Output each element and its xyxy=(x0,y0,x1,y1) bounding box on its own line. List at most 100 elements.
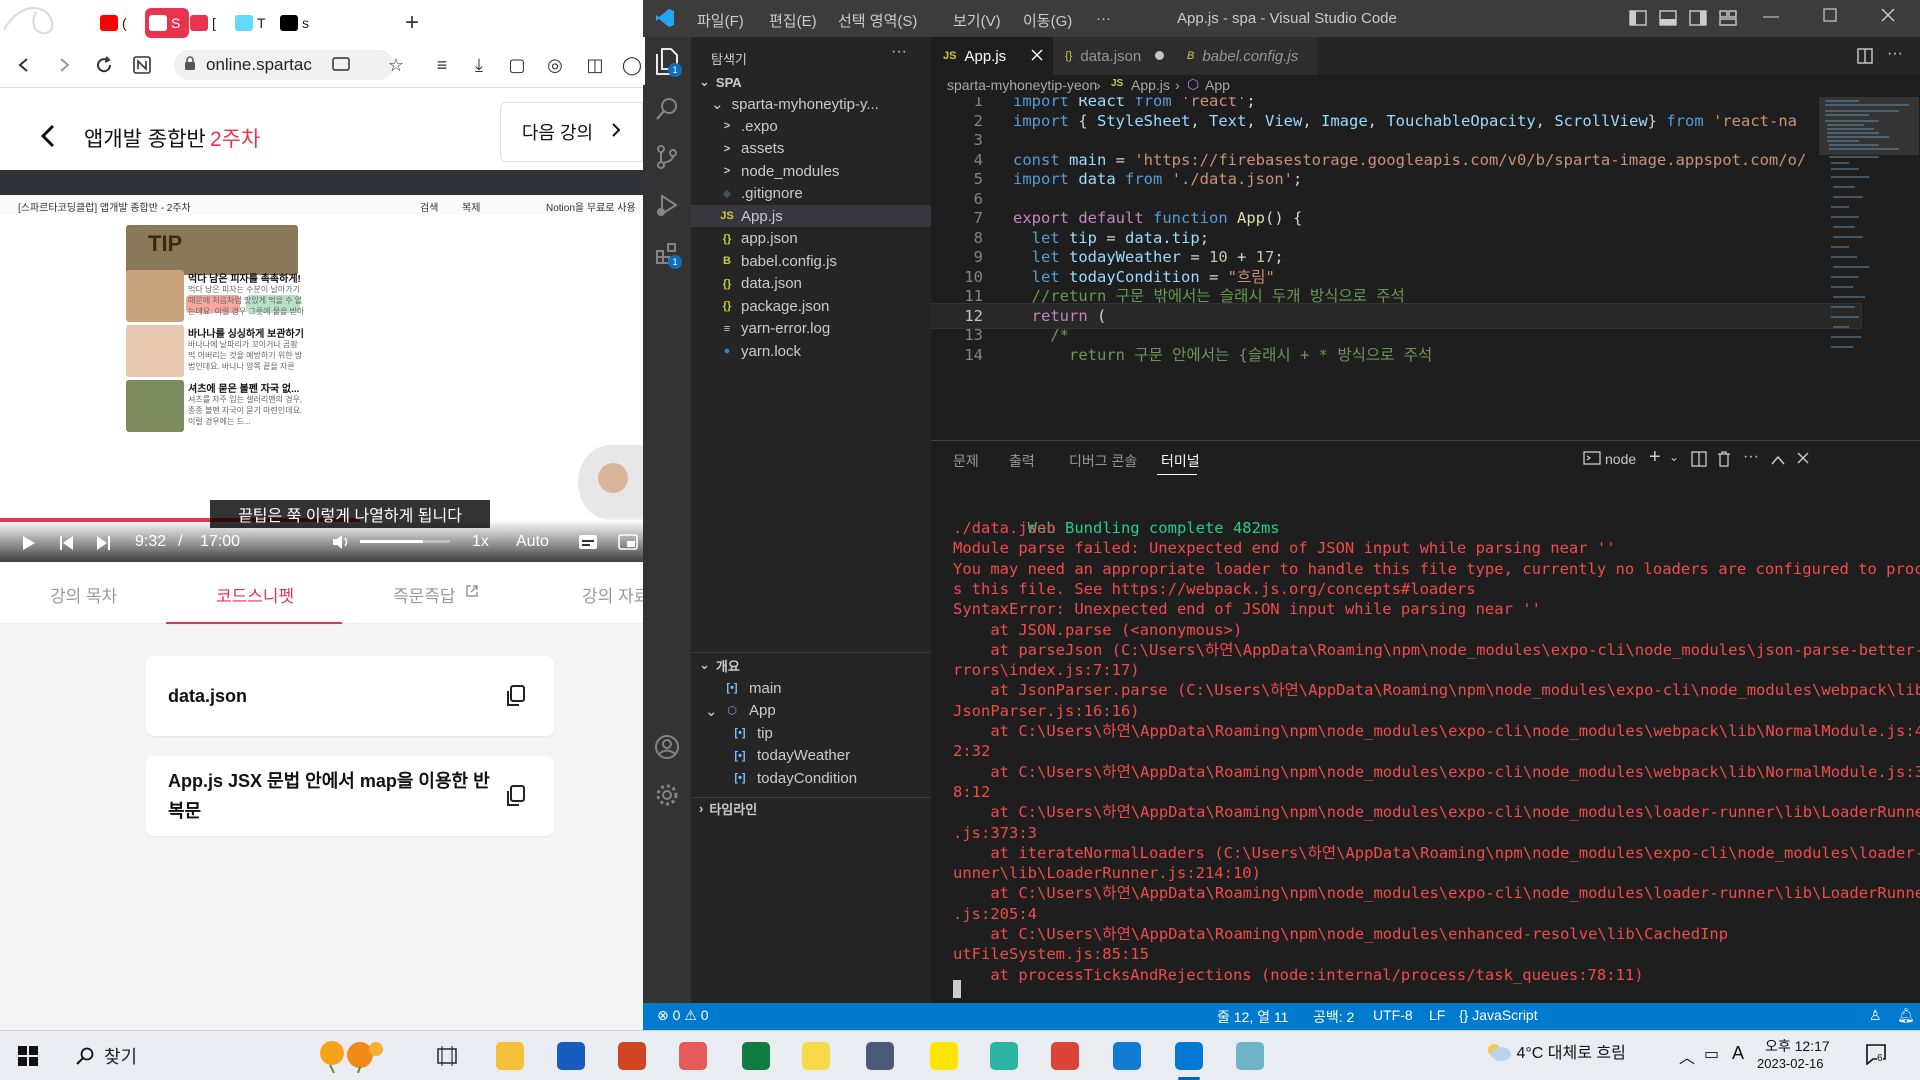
accounts-icon[interactable] xyxy=(643,723,691,771)
file-item[interactable]: JS App.js xyxy=(691,205,931,227)
workspace-root[interactable]: ⌄ SPA xyxy=(691,71,931,93)
line-ending[interactable]: LF xyxy=(1429,1007,1445,1023)
app-icon[interactable] xyxy=(1231,1037,1269,1075)
close-icon[interactable] xyxy=(1881,8,1895,25)
reload-icon[interactable] xyxy=(92,53,116,77)
browser-tab[interactable]: ( xyxy=(100,8,144,38)
tab-close-icon[interactable] xyxy=(1031,48,1043,65)
terminal-dropdown-icon[interactable]: ⌄ xyxy=(1669,450,1679,464)
snippet-card[interactable]: App.js JSX 문법 안에서 map을 이용한 반복문 xyxy=(146,756,554,836)
tab-qna[interactable]: 즉문즉답 xyxy=(393,582,456,607)
copy-icon[interactable] xyxy=(504,684,526,708)
file-item[interactable]: Bbabel.config.js xyxy=(691,250,931,272)
browser-tab[interactable]: [ xyxy=(190,8,234,38)
excel-icon[interactable] xyxy=(737,1037,775,1075)
search-icon[interactable] xyxy=(643,85,691,133)
file-item[interactable]: > .expo xyxy=(691,115,931,137)
browser-tab[interactable]: T xyxy=(235,8,279,38)
language-mode[interactable]: {} JavaScript xyxy=(1459,1007,1538,1023)
forward-icon[interactable] xyxy=(52,53,76,77)
profile-icon[interactable]: ◯ xyxy=(620,53,643,77)
next-lecture-button[interactable]: 다음 강의 xyxy=(500,102,643,162)
run-debug-icon[interactable] xyxy=(643,181,691,229)
indentation[interactable]: 공백: 2 xyxy=(1313,1007,1354,1027)
chrome-icon[interactable] xyxy=(1046,1037,1084,1075)
toggle-panel-icon[interactable] xyxy=(1659,9,1677,30)
video-player[interactable]: [스파르타코딩클럽] 앱개발 종합반 - 2주차 검색 복제 Notion을 무… xyxy=(0,170,643,562)
terminal-output[interactable]: Web Bundling complete 482ms ./data.json M… xyxy=(931,478,1920,1003)
file-item[interactable]: > assets xyxy=(691,138,931,160)
quality-selector[interactable]: Auto xyxy=(516,533,549,551)
file-item[interactable]: {} package.json xyxy=(691,295,931,317)
sticky-notes-icon[interactable] xyxy=(797,1037,835,1075)
clock-date[interactable]: 2023-02-16 xyxy=(1757,1056,1824,1071)
play-icon[interactable] xyxy=(22,535,36,554)
file-item[interactable]: {} app.json xyxy=(691,228,931,250)
tab-app-js[interactable]: JS App.js xyxy=(931,37,1053,75)
skip-forward-icon[interactable] xyxy=(96,535,110,554)
tab-babel-config[interactable]: B babel.config.js xyxy=(1175,37,1317,75)
project-folder[interactable]: ⌄ sparta-myhoneytip-y... xyxy=(691,93,931,115)
address-bar[interactable]: online.spartac xyxy=(174,50,394,80)
outline-header[interactable]: ⌄ 개요 xyxy=(691,654,931,676)
file-item[interactable]: ● yarn.lock xyxy=(691,340,931,362)
tab-data-json[interactable]: {} data.json xyxy=(1053,37,1175,75)
notifications-bell-icon[interactable]: 🔔︎ xyxy=(1897,1007,1915,1024)
browser-tab[interactable]: S xyxy=(145,8,189,38)
menu-item[interactable]: 보기(V) xyxy=(953,10,1001,31)
playback-speed[interactable]: 1x xyxy=(472,533,489,551)
customize-layout-icon[interactable] xyxy=(1719,9,1737,30)
code-editor[interactable]: 1 import React from 'react'; 2 import { Sty… xyxy=(931,97,1920,437)
explorer-more-icon[interactable]: ··· xyxy=(891,43,907,61)
tab-debug-console[interactable]: 디버그 콘솔 xyxy=(1069,451,1137,471)
problems-status[interactable]: ⊗ 0 ⚠ 0 xyxy=(657,1007,709,1024)
minimap[interactable] xyxy=(1819,97,1919,437)
copy-icon[interactable] xyxy=(504,784,526,808)
close-panel-icon[interactable] xyxy=(1797,451,1809,467)
screenshot-icon[interactable]: ◎ xyxy=(543,53,567,77)
back-icon[interactable] xyxy=(12,53,36,77)
encoding[interactable]: UTF-8 xyxy=(1373,1007,1413,1023)
word-icon[interactable] xyxy=(552,1037,590,1075)
panel-more-icon[interactable]: ··· xyxy=(1743,448,1759,466)
clock-time[interactable]: 오후 12:17 xyxy=(1765,1036,1830,1056)
menu-item[interactable]: ··· xyxy=(1096,10,1111,27)
editor-more-icon[interactable]: ··· xyxy=(1887,45,1903,63)
picture-in-picture-icon[interactable] xyxy=(618,534,638,553)
maximize-panel-icon[interactable] xyxy=(1771,452,1785,468)
menu-item[interactable]: 파일(F) xyxy=(697,10,744,31)
task-view-icon[interactable] xyxy=(428,1037,466,1075)
volume-slider[interactable] xyxy=(360,540,450,543)
split-screen-icon[interactable]: ◫ xyxy=(583,53,607,77)
calculator-icon[interactable] xyxy=(861,1037,899,1075)
breadcrumb-symbol[interactable]: App xyxy=(1205,77,1230,93)
outline-item[interactable]: ⌄ ⬡ App xyxy=(691,700,931,722)
terminal-shell[interactable]: node xyxy=(1605,451,1636,467)
breadcrumb-folder[interactable]: sparta-myhoneytip-yeon xyxy=(947,77,1097,93)
tab-code-snippets[interactable]: 코드스니펫 xyxy=(216,582,294,607)
split-terminal-icon[interactable] xyxy=(1691,451,1707,470)
tab-output[interactable]: 출력 xyxy=(1009,451,1035,471)
network-icon[interactable]: ▭ xyxy=(1704,1044,1719,1064)
edge-dev-icon[interactable] xyxy=(985,1037,1023,1075)
download-icon[interactable]: ⤓ xyxy=(467,53,491,77)
notification-center-icon[interactable]: 6 xyxy=(1865,1043,1887,1066)
feedback-icon[interactable]: ♙ xyxy=(1869,1007,1882,1024)
snippet-card[interactable]: data.json xyxy=(146,656,554,736)
file-item[interactable]: {} data.json xyxy=(691,273,931,295)
settings-gear-icon[interactable] xyxy=(643,771,691,819)
outline-item[interactable]: [•] todayCondition xyxy=(691,767,931,789)
captions-icon[interactable] xyxy=(578,534,598,553)
back-arrow-icon[interactable] xyxy=(40,124,56,151)
tab-lecture-materials[interactable]: 강의 자료 xyxy=(582,582,643,607)
favorite-add-icon[interactable]: ☆ xyxy=(384,53,408,77)
file-explorer-icon[interactable] xyxy=(491,1037,529,1075)
reading-list-icon[interactable]: ≡ xyxy=(430,53,454,77)
toggle-secondary-sidebar-icon[interactable] xyxy=(1689,9,1707,30)
extensions-icon[interactable]: 1 xyxy=(643,229,691,277)
tray-chevron-up-icon[interactable]: ︿ xyxy=(1679,1044,1695,1068)
outline-item[interactable]: [•] tip xyxy=(691,722,931,744)
browser-tab[interactable]: s xyxy=(280,8,324,38)
kakaotalk-icon[interactable] xyxy=(925,1037,963,1075)
cursor-position[interactable]: 줄 12, 열 11 xyxy=(1217,1007,1288,1027)
